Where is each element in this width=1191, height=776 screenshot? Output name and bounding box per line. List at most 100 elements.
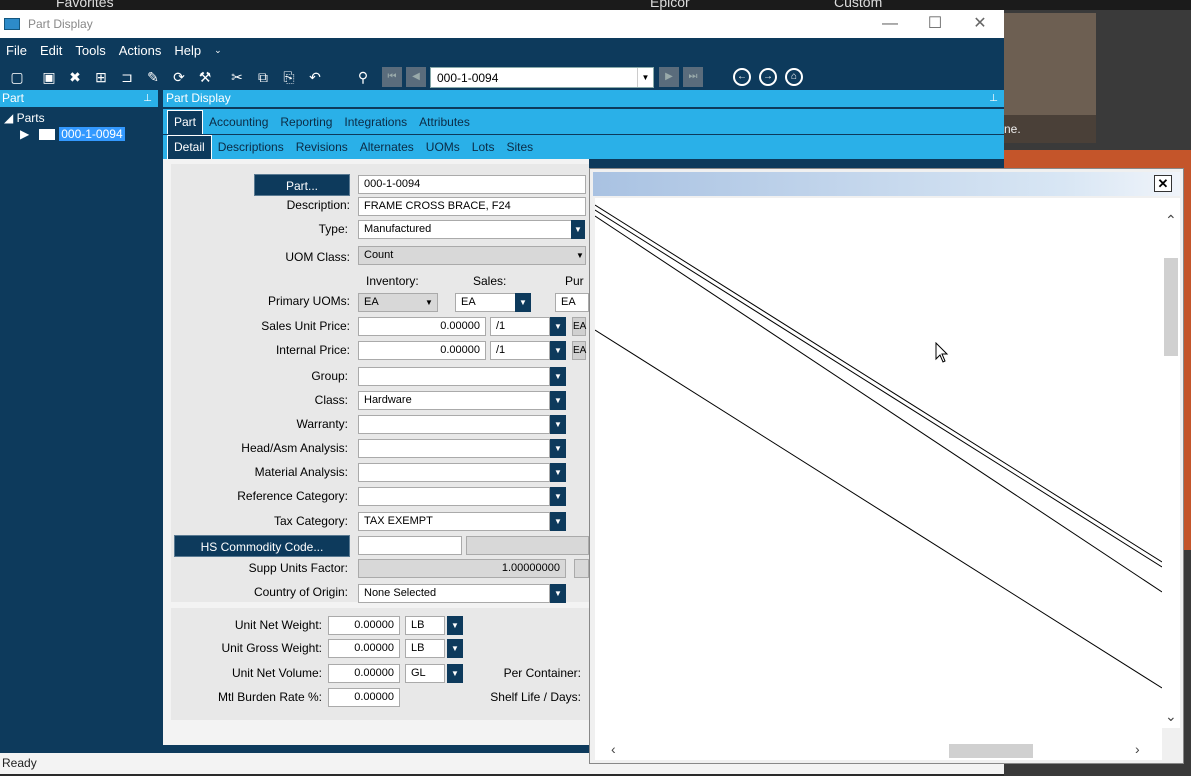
sales-price-uom-stub[interactable]: EA bbox=[572, 317, 586, 336]
attach-icon[interactable]: ✎ bbox=[144, 68, 162, 86]
clear-icon[interactable]: ⚒ bbox=[196, 68, 214, 86]
menu-help[interactable]: Help bbox=[172, 43, 203, 58]
unit-net-volume-uom-field[interactable]: GL bbox=[405, 664, 445, 683]
chevron-down-icon[interactable]: ▼ bbox=[550, 317, 566, 336]
supp-units-field[interactable]: 1.00000000 bbox=[358, 559, 566, 578]
tab-descriptions[interactable]: Descriptions bbox=[212, 140, 290, 159]
title-bar[interactable]: Part Display — ☐ ✕ bbox=[0, 10, 1004, 38]
tree-node-parts[interactable]: ◢ Parts bbox=[4, 111, 45, 125]
desktop-label-custom[interactable]: Custom bbox=[834, 0, 882, 10]
menu-actions[interactable]: Actions bbox=[117, 43, 164, 58]
scroll-left-icon[interactable]: ‹ bbox=[611, 741, 616, 757]
chevron-down-icon[interactable]: ▼ bbox=[550, 415, 566, 434]
desktop-label-favorites[interactable]: Favorites bbox=[56, 0, 114, 10]
tab-accounting[interactable]: Accounting bbox=[203, 115, 274, 134]
class-field[interactable]: Hardware bbox=[358, 391, 550, 410]
tree-node-label[interactable]: 000-1-0094 bbox=[59, 127, 125, 141]
scroll-down-icon[interactable]: ⌄ bbox=[1165, 708, 1177, 725]
menu-tools[interactable]: Tools bbox=[73, 43, 107, 58]
popup-title-bar[interactable]: ✕ bbox=[593, 172, 1180, 196]
unit-net-volume-field[interactable]: 0.00000 bbox=[328, 664, 400, 683]
chevron-down-icon[interactable]: ▼ bbox=[550, 439, 566, 458]
book-icon[interactable]: ⊞ bbox=[92, 68, 110, 86]
refresh-icon[interactable]: ⟳ bbox=[170, 68, 188, 86]
last-record-button[interactable]: ⏭ bbox=[683, 67, 703, 87]
menu-edit[interactable]: Edit bbox=[38, 43, 64, 58]
previous-record-button[interactable]: ◀ bbox=[406, 67, 426, 87]
maximize-button[interactable]: ☐ bbox=[925, 14, 945, 34]
sales-uom-field[interactable]: EA bbox=[455, 293, 521, 312]
country-of-origin-field[interactable]: None Selected bbox=[358, 584, 550, 603]
reference-category-field[interactable] bbox=[358, 487, 550, 506]
popup-close-icon[interactable]: ✕ bbox=[1154, 175, 1172, 192]
type-field[interactable]: Manufactured bbox=[358, 220, 573, 239]
chevron-down-icon[interactable]: ▼ bbox=[447, 639, 463, 658]
unit-net-weight-uom-field[interactable]: LB bbox=[405, 616, 445, 635]
chevron-down-icon[interactable]: ▼ bbox=[550, 487, 566, 506]
undo-icon[interactable]: ↶ bbox=[306, 68, 324, 86]
tab-revisions[interactable]: Revisions bbox=[290, 140, 354, 159]
back-icon[interactable]: ← bbox=[733, 68, 751, 86]
home-icon[interactable]: ⌂ bbox=[785, 68, 803, 86]
chevron-down-icon[interactable]: ▼ bbox=[550, 391, 566, 410]
chevron-down-icon[interactable]: ▼ bbox=[550, 463, 566, 482]
head-asm-field[interactable] bbox=[358, 439, 550, 458]
chevron-down-icon[interactable]: ▼ bbox=[550, 367, 566, 386]
vertical-scroll-thumb[interactable] bbox=[1164, 258, 1178, 356]
cut-icon[interactable]: ✂ bbox=[228, 68, 246, 86]
copy-icon[interactable]: ⧉ bbox=[254, 68, 272, 86]
internal-price-field[interactable]: 0.00000 bbox=[358, 341, 486, 360]
chevron-down-icon[interactable]: ▼ bbox=[422, 294, 436, 311]
hs-commodity-code-field[interactable] bbox=[358, 536, 462, 555]
chevron-down-icon[interactable]: ▼ bbox=[571, 220, 585, 239]
chevron-down-icon[interactable]: ▼ bbox=[515, 293, 531, 312]
forward-icon[interactable]: → bbox=[759, 68, 777, 86]
scroll-right-icon[interactable]: › bbox=[1135, 741, 1140, 757]
chevron-down-icon[interactable]: ▼ bbox=[637, 68, 653, 87]
chevron-down-icon[interactable]: ▼ bbox=[550, 341, 566, 360]
minimize-button[interactable]: — bbox=[880, 14, 900, 34]
horizontal-scroll-thumb[interactable] bbox=[949, 744, 1033, 758]
tab-detail[interactable]: Detail bbox=[167, 135, 212, 159]
internal-price-per-field[interactable]: /1 bbox=[490, 341, 550, 360]
tree-node-part[interactable]: ▶ 000-1-0094 bbox=[20, 127, 125, 141]
desktop-label-epicor[interactable]: Epicor bbox=[650, 0, 690, 10]
horizontal-scrollbar[interactable]: ‹ › bbox=[595, 741, 1162, 760]
part-key-field[interactable]: 000-1-0094 ▼ bbox=[430, 67, 654, 88]
expand-icon[interactable]: ▶ bbox=[20, 127, 29, 141]
menu-file[interactable]: File bbox=[4, 43, 29, 58]
save-icon[interactable]: ▣ bbox=[40, 68, 58, 86]
chevron-down-icon[interactable]: ▼ bbox=[550, 512, 566, 531]
tab-reporting[interactable]: Reporting bbox=[274, 115, 338, 134]
tab-part[interactable]: Part bbox=[167, 110, 204, 134]
description-field[interactable]: FRAME CROSS BRACE, F24 bbox=[358, 197, 586, 216]
part-button[interactable]: Part... bbox=[254, 174, 350, 196]
next-record-button[interactable]: ▶ bbox=[659, 67, 679, 87]
folder-icon[interactable]: ⊐ bbox=[118, 68, 136, 86]
paste-icon[interactable]: ⎘ bbox=[280, 68, 298, 86]
tab-attributes[interactable]: Attributes bbox=[413, 115, 476, 134]
pin-icon[interactable]: ⊥ bbox=[143, 90, 152, 107]
chevron-down-icon[interactable]: ▼ bbox=[573, 247, 587, 264]
purchasing-uom-field[interactable]: EA bbox=[555, 293, 589, 312]
close-button[interactable]: ✕ bbox=[970, 14, 990, 34]
vertical-scrollbar[interactable]: ⌃ ⌄ bbox=[1162, 198, 1180, 728]
chevron-down-icon[interactable]: ▼ bbox=[447, 664, 463, 683]
chevron-down-icon[interactable]: ▼ bbox=[447, 616, 463, 635]
unit-gross-weight-field[interactable]: 0.00000 bbox=[328, 639, 400, 658]
menu-overflow-icon[interactable]: ⌄ bbox=[212, 45, 224, 56]
tab-sites[interactable]: Sites bbox=[500, 140, 539, 159]
delete-icon[interactable]: ✖ bbox=[66, 68, 84, 86]
sales-price-per-field[interactable]: /1 bbox=[490, 317, 550, 336]
binoculars-icon[interactable]: ⚲ bbox=[354, 68, 372, 86]
part-field[interactable]: 000-1-0094 bbox=[358, 175, 586, 194]
sales-unit-price-field[interactable]: 0.00000 bbox=[358, 317, 486, 336]
tab-lots[interactable]: Lots bbox=[466, 140, 501, 159]
tax-category-field[interactable]: TAX EXEMPT bbox=[358, 512, 550, 531]
new-icon[interactable]: ▢ bbox=[8, 68, 26, 86]
pin-icon[interactable]: ⊥ bbox=[989, 90, 998, 107]
unit-gross-weight-uom-field[interactable]: LB bbox=[405, 639, 445, 658]
tab-integrations[interactable]: Integrations bbox=[338, 115, 413, 134]
tab-alternates[interactable]: Alternates bbox=[354, 140, 420, 159]
hs-commodity-code-button[interactable]: HS Commodity Code... bbox=[174, 535, 350, 557]
